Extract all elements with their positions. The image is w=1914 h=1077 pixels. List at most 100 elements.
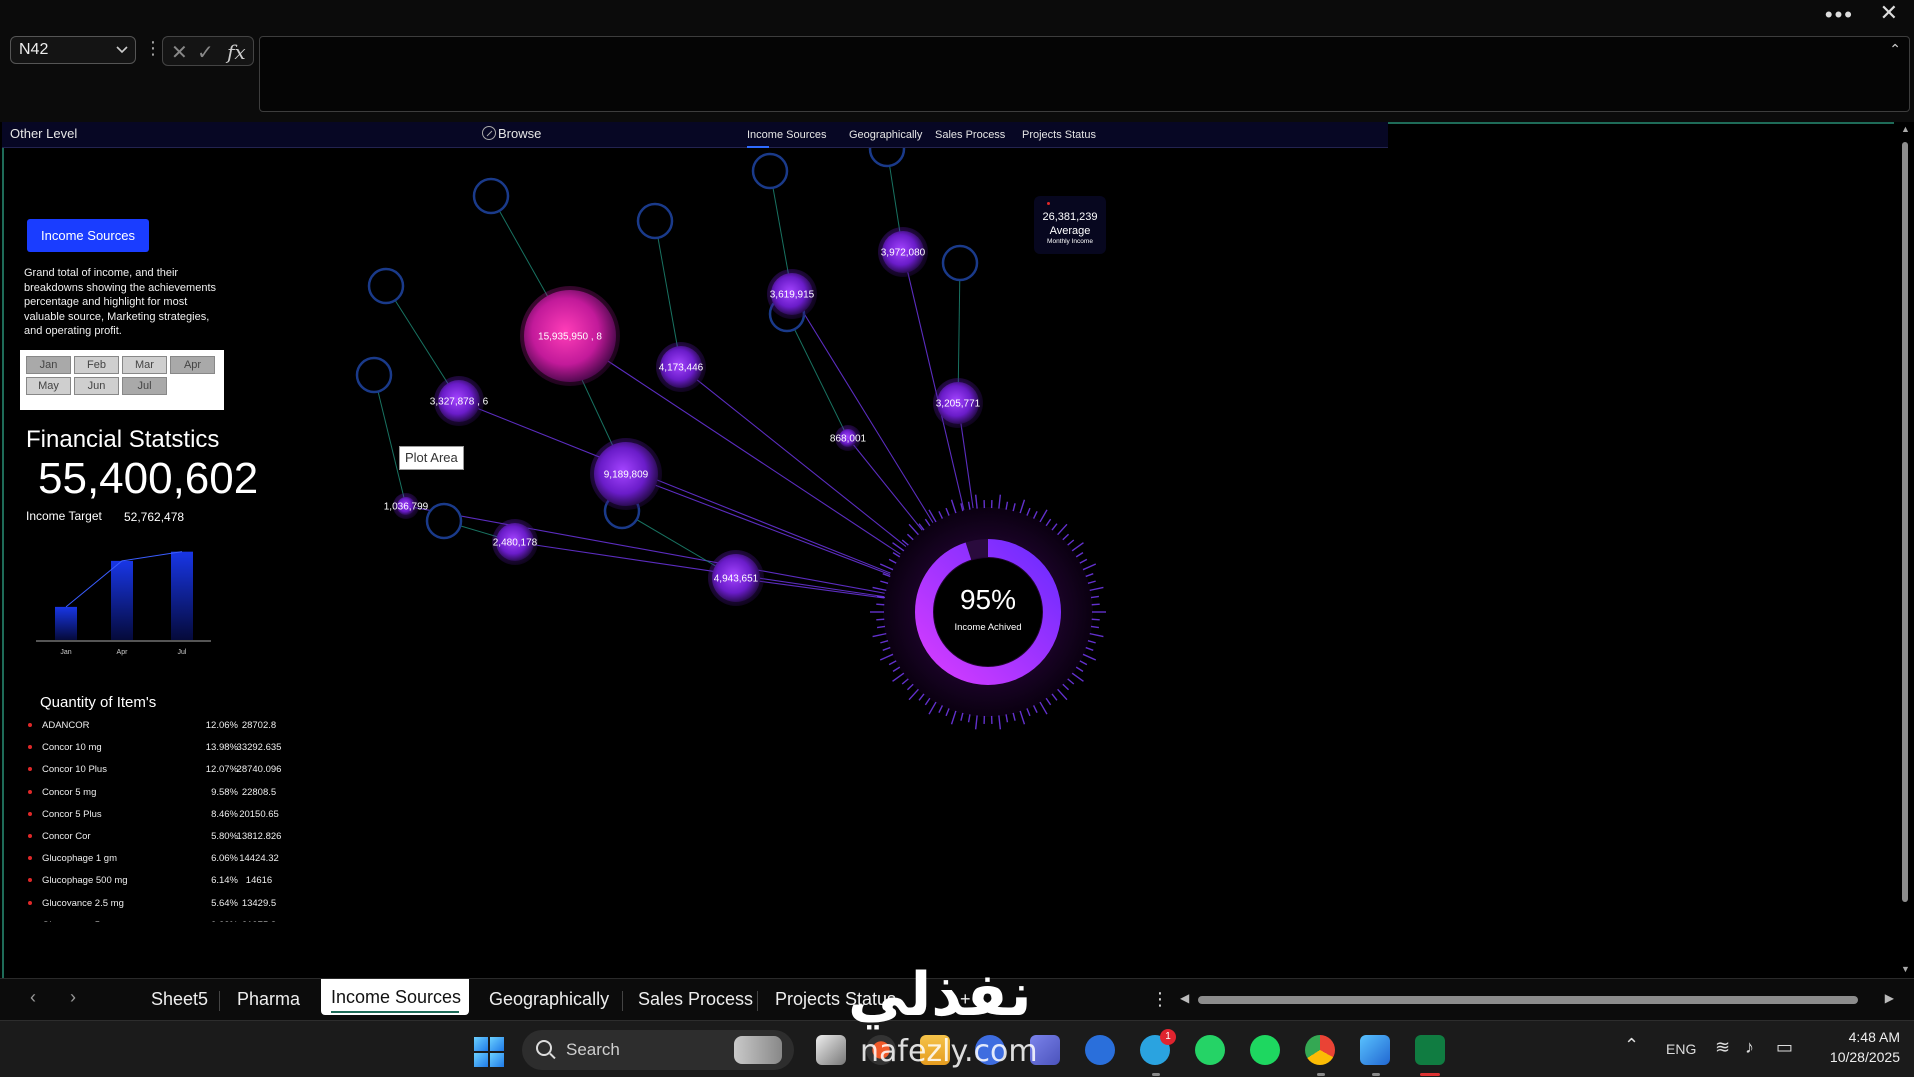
gauge-percent: 95% [959,584,1017,615]
gauge-tick [880,639,889,644]
close-icon[interactable]: ✕ [1880,0,1898,26]
gauge-tick [924,697,931,706]
collapse-formula-icon[interactable]: ⌃ [1889,41,1901,58]
excel-active-indicator [1420,1073,1440,1076]
quantity-row: ADANCOR 12.06% 28702.8 [28,720,288,742]
excel-icon[interactable] [1415,1035,1445,1065]
gauge-tick [1071,542,1084,552]
windows-start-icon[interactable] [474,1037,504,1067]
telegram-badge: 1 [1160,1029,1176,1045]
gauge-tick [1067,678,1075,685]
wifi-icon[interactable]: ≋ [1715,1037,1730,1058]
task-view-icon[interactable] [816,1035,846,1065]
gauge-tick [1045,518,1052,527]
chrome-icon[interactable] [1305,1035,1335,1065]
input-language[interactable]: ENG [1666,1041,1696,1057]
formula-more-icon[interactable]: ⋮ [144,38,162,59]
nav-tab-geographically[interactable]: Geographically [849,129,922,141]
item-name: ADANCOR [42,720,90,731]
tab-divider [622,991,623,1011]
horizontal-scrollbar[interactable]: ◀ ▶ [1178,991,1896,1009]
scroll-down-icon[interactable]: ▼ [1901,964,1910,974]
nav-tab-projects-status[interactable]: Projects Status [1022,129,1096,141]
sheet-tab-pharma[interactable]: Pharma [237,989,300,1010]
cancel-icon[interactable]: ✕ [171,40,188,65]
enter-icon[interactable]: ✓ [197,40,214,65]
scroll-left-icon[interactable]: ◀ [1180,991,1189,1005]
next-sheet-icon[interactable]: › [70,987,76,1008]
vpn-app-icon[interactable] [1085,1035,1115,1065]
sheet-canvas[interactable]: 15,935,950 , 8 3,972,080 3,619,915 4,173,44… [0,122,1914,978]
slicer-month-jan[interactable]: Jan [26,356,71,374]
start-tile [474,1053,488,1067]
x-tick-label: Jul [178,649,187,656]
insert-function-icon[interactable]: fx [227,40,246,64]
gauge-tick [1079,660,1088,666]
formula-input[interactable]: ⌃ [259,36,1910,112]
running-indicator [1372,1073,1380,1076]
scroll-up-icon[interactable]: ▲ [1901,124,1910,134]
previous-sheet-icon[interactable]: ‹ [30,987,36,1008]
monthly-income-bar-chart: Jan Apr Jul [36,551,211,656]
gauge-tick [967,501,971,510]
taskbar-search[interactable]: Search [522,1030,794,1070]
gauge-tick [1075,552,1084,558]
formula-bar-area: ••• ✕ N42 ⋮ ✕ ✓ fx ⌃ [0,0,1914,122]
gauge-tick [1082,563,1097,571]
vertical-scrollbar[interactable]: ▲ ▼ [1897,122,1914,978]
tray-overflow-icon[interactable]: ⌃ [1624,1035,1639,1056]
node-value-label: 15,935,950 , 8 [538,332,602,343]
slicer-month-may[interactable]: May [26,377,71,395]
volume-icon[interactable]: ♪ [1745,1037,1754,1058]
battery-icon[interactable]: ▭ [1776,1037,1793,1058]
gauge-tick [1079,558,1088,564]
month-slicer: Jan Feb Mar Apr May Jun Jul [20,350,224,410]
photos-icon[interactable] [1360,1035,1390,1065]
nav-tab-sales-process[interactable]: Sales Process [935,129,1005,141]
item-name: Glucophage 500 mg [42,875,128,887]
item-quantity: 13812.826 [236,830,282,842]
gauge-tick [1091,618,1100,621]
sheet-tab-sales-process[interactable]: Sales Process [638,989,753,1010]
gauge-tick [998,715,1002,730]
gauge-tick [1019,499,1026,514]
sheet-tabs-more-icon[interactable]: ⋮ [1151,989,1169,1010]
node-value-label: 4,173,446 [659,363,704,374]
chevron-down-icon[interactable] [115,39,129,59]
nav-tab-income-sources[interactable]: Income Sources [747,129,826,148]
item-quantity: 33292.635 [236,742,282,754]
slicer-month-jul[interactable]: Jul [122,377,167,395]
gauge-tick [938,511,944,519]
gauge-tick [906,683,914,691]
clock-time[interactable]: 4:48 AM [1830,1029,1900,1045]
browse-button[interactable]: Browse [482,126,541,141]
horizontal-scroll-thumb[interactable] [1198,996,1858,1004]
gauge-tick [1026,507,1031,516]
vertical-scroll-thumb[interactable] [1902,142,1908,902]
name-box[interactable]: N42 [10,36,136,64]
gauge-tick [1045,697,1052,706]
sheet-tab-geographically[interactable]: Geographically [489,989,609,1010]
slicer-month-apr[interactable]: Apr [170,356,215,374]
empty-node-ring [636,202,674,240]
scroll-right-icon[interactable]: ▶ [1885,991,1894,1005]
start-tile [490,1053,504,1067]
start-tile [490,1037,504,1051]
spotify-icon[interactable] [1250,1035,1280,1065]
gauge-tick [1082,653,1097,661]
whatsapp-icon[interactable] [1195,1035,1225,1065]
dashboard-nav: Other Level Browse Income Sources Geogra… [2,122,1388,148]
item-quantity: 21975.8 [218,920,288,922]
item-quantity: 28702.8 [241,720,277,731]
sheet-tab-income-sources[interactable]: Income Sources [321,979,469,1015]
browse-icon [482,126,496,140]
income-sources-button[interactable]: Income Sources [27,219,149,252]
connector-line [373,374,407,507]
sheet-tab-sheet5[interactable]: Sheet5 [151,989,208,1010]
tab-divider [219,991,220,1011]
more-options-icon[interactable]: ••• [1825,2,1854,28]
slicer-month-mar[interactable]: Mar [122,356,167,374]
slicer-month-feb[interactable]: Feb [74,356,119,374]
slicer-month-jun[interactable]: Jun [74,377,119,395]
clock-date[interactable]: 10/28/2025 [1800,1049,1900,1065]
